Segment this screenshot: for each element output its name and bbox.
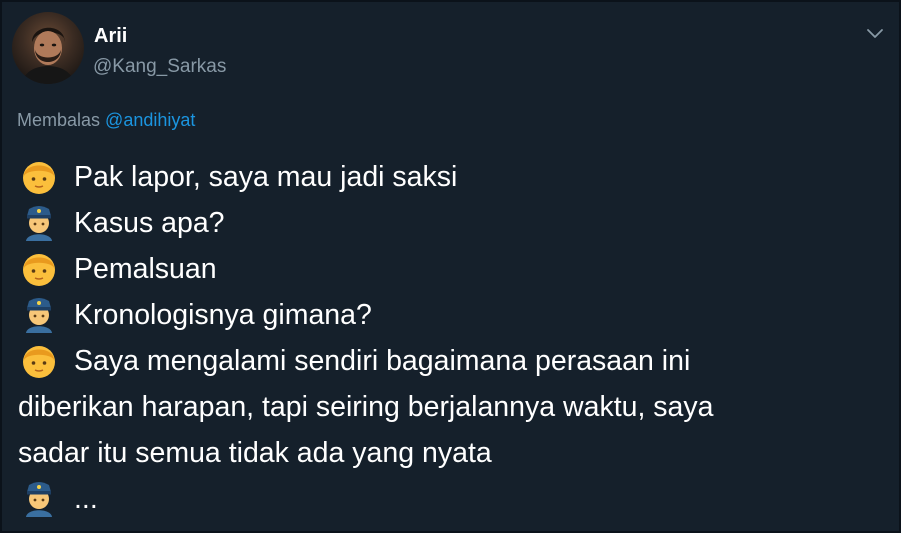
text-line: Kronologisnya gimana? (18, 292, 889, 338)
display-name[interactable]: Arii (94, 25, 127, 48)
user-handle[interactable]: @Kang_Sarkas (93, 56, 226, 78)
dialogue-text: Kasus apa? (74, 207, 225, 239)
person-emoji-icon (18, 250, 60, 288)
person-emoji-icon (18, 342, 60, 380)
person-emoji-icon (18, 158, 60, 196)
dialogue-text: Saya mengalami sendiri bagaimana perasaa… (74, 345, 691, 377)
dialogue-text: Pemalsuan (74, 253, 217, 285)
police-officer-emoji-icon (18, 296, 60, 334)
text-line: Saya mengalami sendiri bagaimana perasaa… (18, 338, 889, 384)
text-line: ... (18, 476, 889, 522)
tweet-card: Arii @Kang_Sarkas Membalas @andihiyat Pa… (0, 0, 901, 533)
chevron-down-icon[interactable] (865, 26, 885, 40)
text-line: Pak lapor, saya mau jadi saksi (18, 154, 889, 200)
reply-mention-link[interactable]: @andihiyat (105, 110, 195, 130)
tweet-text: Pak lapor, saya mau jadi saksi Kasus apa… (18, 154, 889, 522)
avatar[interactable] (12, 12, 84, 84)
dialogue-text: sadar itu semua tidak ada yang nyata (18, 437, 492, 469)
text-line: Pemalsuan (18, 246, 889, 292)
replying-to: Membalas @andihiyat (17, 110, 195, 131)
police-officer-emoji-icon (18, 480, 60, 518)
text-line: sadar itu semua tidak ada yang nyata (18, 430, 889, 476)
text-line: diberikan harapan, tapi seiring berjalan… (18, 384, 889, 430)
dialogue-text: diberikan harapan, tapi seiring berjalan… (18, 391, 714, 423)
dialogue-text: ... (74, 483, 98, 515)
text-line: Kasus apa? (18, 200, 889, 246)
dialogue-text: Pak lapor, saya mau jadi saksi (74, 161, 458, 193)
police-officer-emoji-icon (18, 204, 60, 242)
dialogue-text: Kronologisnya gimana? (74, 299, 372, 331)
reply-prefix: Membalas (17, 110, 101, 130)
